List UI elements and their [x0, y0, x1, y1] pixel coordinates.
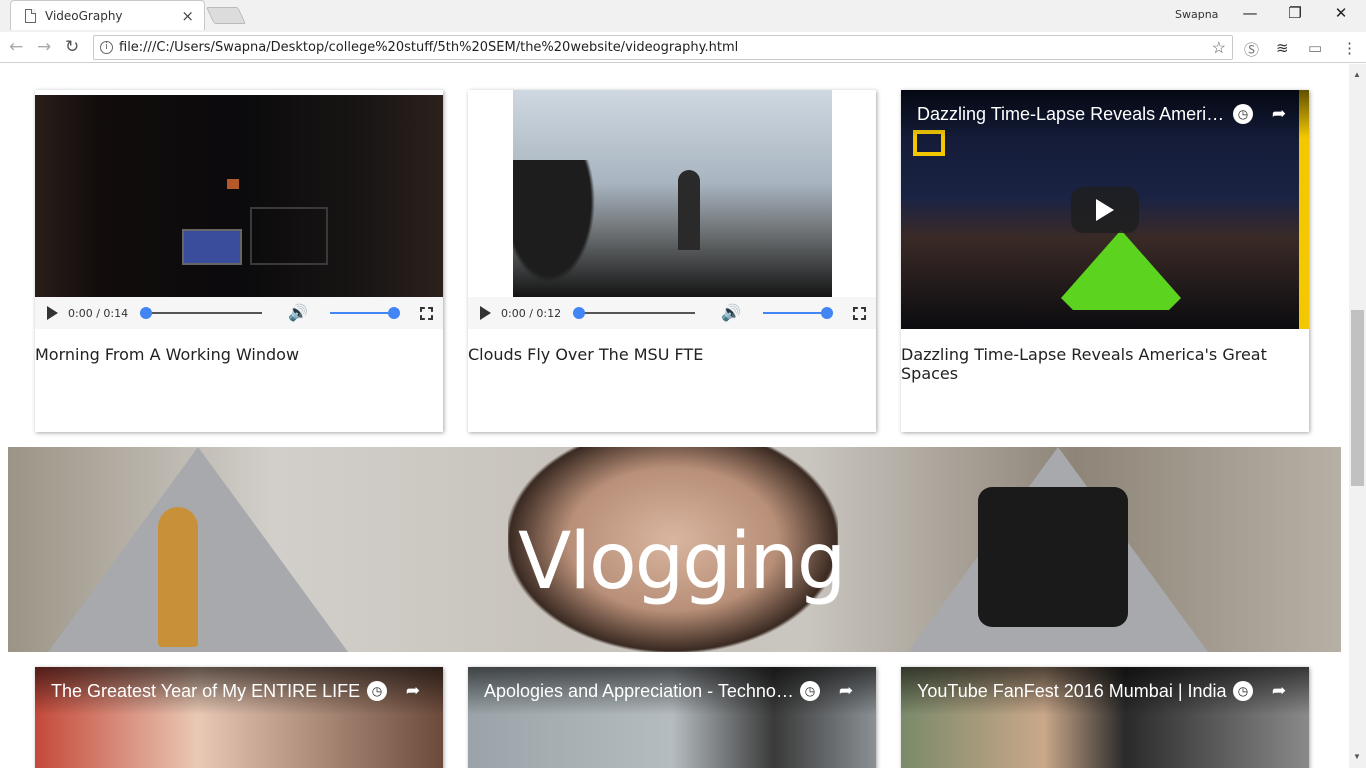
video-controls: 0:00 / 0:14 🔊 — [35, 297, 443, 329]
fullscreen-icon[interactable] — [420, 306, 433, 320]
tower-thumbnail — [678, 170, 700, 250]
vlog-card: YouTube FanFest 2016 Mumbai | India ◷ ➦ — [901, 667, 1309, 768]
share-icon[interactable]: ➦ — [403, 681, 423, 701]
video-card: 0:00 / 0:12 🔊 Clouds Fly Over The MSU FT… — [468, 90, 876, 432]
scroll-up-icon[interactable]: ▲ — [1353, 70, 1361, 79]
video-caption: Morning From A Working Window — [35, 345, 300, 364]
video-caption: Dazzling Time-Lapse Reveals America's Gr… — [901, 345, 1267, 383]
banner-title: Vlogging — [518, 517, 846, 607]
youtube-title[interactable]: The Greatest Year of My ENTIRE LIFE — [51, 681, 360, 702]
page-viewport: 0:00 / 0:14 🔊 Morning From A Working Win… — [0, 64, 1349, 768]
video-controls: 0:00 / 0:12 🔊 — [468, 297, 876, 329]
video-card: Dazzling Time-Lapse Reveals Americ… ◷ ➦ … — [901, 90, 1309, 432]
video-card: 0:00 / 0:14 🔊 Morning From A Working Win… — [35, 90, 443, 432]
seek-knob[interactable] — [140, 307, 153, 319]
bookmark-star-icon[interactable]: ☆ — [1212, 38, 1226, 58]
tab-close-icon[interactable]: × — [181, 7, 194, 25]
video-player[interactable] — [513, 90, 832, 297]
video-time: 0:00 / 0:12 — [501, 306, 562, 320]
back-icon[interactable]: ← — [9, 37, 23, 57]
tab-title: VideoGraphy — [45, 8, 123, 23]
volume-knob[interactable] — [821, 307, 834, 319]
youtube-embed[interactable]: Apologies and Appreciation - Techno… ◷ ➦ — [468, 667, 876, 768]
youtube-embed[interactable]: YouTube FanFest 2016 Mumbai | India ◷ ➦ — [901, 667, 1309, 768]
volume-knob[interactable] — [388, 307, 401, 319]
url-text[interactable]: file:///C:/Users/Swapna/Desktop/college%… — [119, 40, 738, 55]
volume-slider[interactable] — [330, 307, 401, 319]
vlog-card: Apologies and Appreciation - Techno… ◷ ➦ — [468, 667, 876, 768]
volume-icon[interactable]: 🔊 — [288, 303, 308, 323]
watch-later-icon[interactable]: ◷ — [800, 681, 820, 701]
browser-titlebar: VideoGraphy × Swapna — ❐ ✕ — [0, 0, 1366, 32]
youtube-title[interactable]: Apologies and Appreciation - Techno… — [484, 681, 794, 702]
seek-knob[interactable] — [573, 307, 586, 319]
video-player[interactable] — [35, 95, 443, 297]
youtube-play-button[interactable] — [1071, 187, 1139, 233]
window-close-button[interactable]: ✕ — [1326, 4, 1356, 24]
play-icon[interactable] — [47, 306, 58, 320]
page-icon — [25, 8, 36, 23]
monitor-thumbnail — [250, 207, 328, 265]
youtube-title[interactable]: YouTube FanFest 2016 Mumbai | India — [917, 681, 1227, 702]
forward-icon[interactable]: → — [37, 37, 51, 57]
minimize-button[interactable]: — — [1235, 4, 1265, 24]
youtube-embed[interactable]: The Greatest Year of My ENTIRE LIFE ◷ ➦ — [35, 667, 443, 768]
restore-button[interactable]: ❐ — [1280, 4, 1310, 24]
youtube-embed[interactable]: Dazzling Time-Lapse Reveals Americ… ◷ ➦ — [901, 90, 1309, 329]
fullscreen-icon[interactable] — [853, 306, 866, 320]
new-tab-button[interactable] — [206, 7, 246, 24]
watch-later-icon[interactable]: ◷ — [367, 681, 387, 701]
address-bar[interactable]: i file:///C:/Users/Swapna/Desktop/colleg… — [93, 35, 1233, 60]
cast-extension-icon[interactable]: ▭ — [1308, 39, 1322, 57]
video-caption: Clouds Fly Over The MSU FTE — [468, 345, 704, 364]
vlogging-banner: Vlogging — [8, 447, 1341, 652]
laptop-screen-thumbnail — [182, 229, 242, 265]
scrollbar-thumb[interactable] — [1351, 310, 1364, 486]
menu-icon[interactable]: ⋮ — [1342, 39, 1357, 57]
volume-slider[interactable] — [763, 307, 834, 319]
youtube-title[interactable]: Dazzling Time-Lapse Reveals Americ… — [917, 104, 1227, 125]
play-icon[interactable] — [480, 306, 491, 320]
browser-toolbar: ← → ↻ i file:///C:/Users/Swapna/Desktop/… — [0, 32, 1366, 63]
profile-name[interactable]: Swapna — [1175, 8, 1218, 21]
layers-extension-icon[interactable]: ≋ — [1276, 39, 1289, 57]
skype-extension-icon[interactable]: Ⓢ — [1244, 39, 1259, 60]
share-icon[interactable]: ➦ — [1269, 681, 1289, 701]
tent-thumbnail — [1061, 230, 1181, 310]
watch-later-icon[interactable]: ◷ — [1233, 681, 1253, 701]
share-icon[interactable]: ➦ — [836, 681, 856, 701]
info-icon[interactable]: i — [100, 41, 113, 54]
scroll-down-icon[interactable]: ▼ — [1353, 752, 1361, 761]
reload-icon[interactable]: ↻ — [65, 37, 79, 57]
vertical-scrollbar[interactable]: ▲ ▼ — [1349, 64, 1366, 768]
oscar-statue — [158, 507, 198, 647]
vlog-card: The Greatest Year of My ENTIRE LIFE ◷ ➦ — [35, 667, 443, 768]
light-thumbnail — [227, 179, 239, 189]
tree-thumbnail — [513, 160, 603, 297]
seek-slider[interactable] — [140, 307, 263, 319]
watch-later-icon[interactable]: ◷ — [1233, 104, 1253, 124]
video-time: 0:00 / 0:14 — [68, 306, 129, 320]
camera-thumbnail — [978, 487, 1128, 627]
browser-tab[interactable]: VideoGraphy × — [10, 0, 205, 30]
share-icon[interactable]: ➦ — [1269, 104, 1289, 124]
seek-slider[interactable] — [573, 307, 696, 319]
volume-icon[interactable]: 🔊 — [721, 303, 741, 323]
triangle-decoration — [48, 447, 348, 652]
